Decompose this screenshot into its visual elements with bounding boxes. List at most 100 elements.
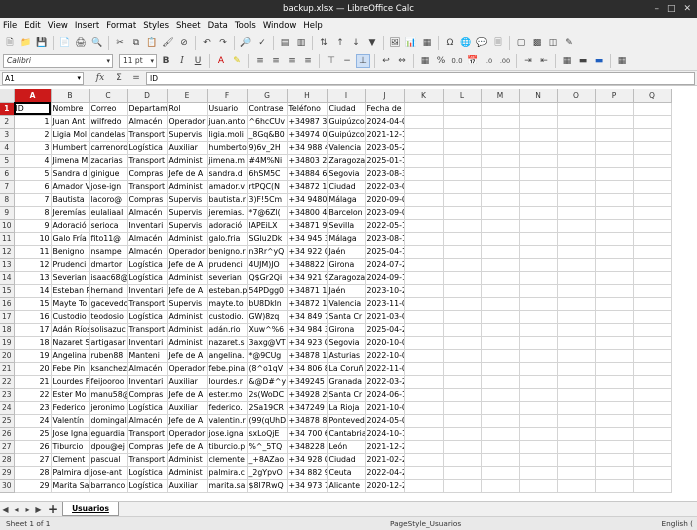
italic-icon[interactable]: I — [175, 54, 189, 68]
cell[interactable] — [519, 297, 558, 311]
close-icon[interactable]: ✕ — [683, 0, 691, 18]
cell[interactable] — [519, 271, 558, 285]
cell[interactable] — [633, 401, 672, 415]
cell[interactable] — [633, 388, 672, 402]
row-header[interactable]: 3 — [0, 128, 15, 142]
define-print-area-icon[interactable]: ▢ — [514, 36, 528, 50]
column-header[interactable]: J — [365, 89, 405, 103]
cell[interactable] — [519, 232, 558, 246]
cell[interactable]: MnW(9F — [247, 492, 288, 493]
cell[interactable] — [481, 297, 520, 311]
cell[interactable]: gacevedo — [89, 297, 128, 311]
cell[interactable]: 2025-04-27 — [365, 492, 405, 493]
cell[interactable] — [633, 297, 672, 311]
split-window-icon[interactable]: ◫ — [546, 36, 560, 50]
cell[interactable]: &@D#^y — [247, 375, 288, 389]
cell[interactable] — [633, 154, 672, 168]
cell[interactable]: ksanchez — [89, 362, 128, 376]
cell[interactable]: La Coruñ — [327, 362, 366, 376]
cell[interactable]: _2gYpvO — [247, 466, 288, 480]
cell[interactable]: Logística — [127, 310, 168, 324]
cell[interactable] — [443, 427, 482, 441]
cell[interactable] — [443, 388, 482, 402]
cell[interactable]: 30 — [14, 492, 52, 493]
cell[interactable] — [481, 102, 520, 116]
row-header[interactable]: 26 — [0, 427, 15, 441]
row-header[interactable]: 9 — [0, 206, 15, 220]
cell[interactable] — [557, 180, 596, 194]
cell[interactable]: Administ — [167, 310, 208, 324]
cell[interactable]: pascual — [89, 453, 128, 467]
cell[interactable]: bautista.r — [207, 193, 248, 207]
cell[interactable] — [443, 336, 482, 350]
cell[interactable]: +34 8442 — [287, 492, 328, 493]
name-box[interactable]: A1 — [2, 71, 84, 85]
cell[interactable] — [595, 310, 634, 324]
cell[interactable]: Departam — [127, 102, 168, 116]
autofilter-icon[interactable]: ▼ — [365, 36, 379, 50]
cell[interactable]: +34872 1 — [287, 180, 328, 194]
cell[interactable] — [481, 453, 520, 467]
cell[interactable] — [481, 258, 520, 272]
menu-window[interactable]: Window — [263, 21, 297, 31]
cell[interactable]: 2023-09-06 — [365, 206, 405, 220]
cell[interactable] — [404, 219, 444, 233]
cell[interactable]: +34878 1 — [287, 349, 328, 363]
hyperlink-icon[interactable]: 🌐 — [459, 36, 473, 50]
cell[interactable] — [443, 466, 482, 480]
cell[interactable] — [557, 414, 596, 428]
cell[interactable]: solisazuc — [89, 323, 128, 337]
cell[interactable] — [519, 284, 558, 298]
decrease-indent-icon[interactable]: ⇤ — [537, 54, 551, 68]
cell[interactable]: Jeremías — [51, 206, 90, 220]
cell[interactable] — [633, 193, 672, 207]
cell[interactable]: 2025-04-24 — [365, 323, 405, 337]
cell[interactable] — [557, 375, 596, 389]
cell[interactable]: 2020-09-01 — [365, 193, 405, 207]
cell[interactable]: 2022-03-27 — [365, 375, 405, 389]
cell[interactable]: _8Gq&B0 — [247, 128, 288, 142]
cell[interactable] — [519, 453, 558, 467]
cell[interactable]: 2020-12-29 — [365, 479, 405, 493]
cell[interactable]: dmartor — [89, 258, 128, 272]
cell[interactable]: eulaliaal — [89, 206, 128, 220]
border-style-icon[interactable]: ▬ — [576, 54, 590, 68]
cell[interactable]: mayte.to — [207, 297, 248, 311]
cell[interactable]: Logística — [127, 141, 168, 155]
cell[interactable]: Supervis — [167, 219, 208, 233]
cell[interactable]: Málaga — [327, 193, 366, 207]
justify-icon[interactable]: ≡ — [301, 54, 315, 68]
cell[interactable] — [404, 440, 444, 454]
cell[interactable]: 54PDgg0 — [247, 284, 288, 298]
cell[interactable] — [481, 349, 520, 363]
row-header[interactable]: 10 — [0, 219, 15, 233]
cell[interactable]: Administ — [167, 466, 208, 480]
cell[interactable]: Santa Cr — [327, 388, 366, 402]
cell[interactable]: 2022-04-23 — [365, 466, 405, 480]
page-style[interactable]: PageStyle_Usuarios — [390, 519, 461, 528]
cell[interactable]: Adoració — [51, 219, 90, 233]
cell[interactable] — [404, 310, 444, 324]
bold-icon[interactable]: B — [159, 54, 173, 68]
cell[interactable] — [404, 284, 444, 298]
cell[interactable] — [404, 141, 444, 155]
underline-icon[interactable]: U — [191, 54, 205, 68]
formula-input[interactable]: ID — [146, 71, 695, 85]
cell[interactable]: Humbert — [51, 141, 90, 155]
cell[interactable] — [443, 310, 482, 324]
cell[interactable]: wilfredo — [89, 115, 128, 129]
cell[interactable] — [519, 349, 558, 363]
cell[interactable]: Adán Ríos — [51, 323, 90, 337]
cell[interactable]: 2022-03-03 — [365, 180, 405, 194]
cell[interactable] — [481, 401, 520, 415]
cell[interactable]: barranco — [89, 479, 128, 493]
cell[interactable]: Amador V — [51, 180, 90, 194]
cell[interactable] — [557, 219, 596, 233]
cell[interactable]: Cantabria — [327, 492, 366, 493]
cell[interactable]: artigasar — [89, 336, 128, 350]
cell[interactable]: benigno.r — [207, 245, 248, 259]
cell[interactable]: Prudenci — [51, 258, 90, 272]
cell[interactable] — [404, 102, 444, 116]
cell[interactable] — [633, 115, 672, 129]
percent-format-icon[interactable]: % — [434, 54, 448, 68]
